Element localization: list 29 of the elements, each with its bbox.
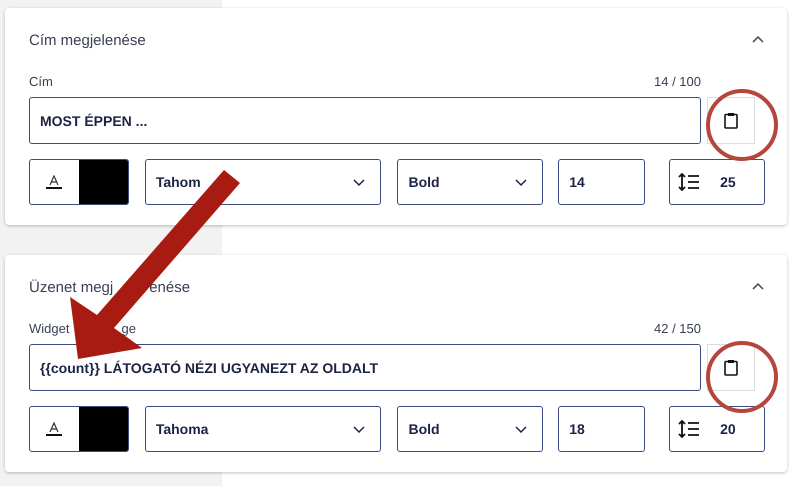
text-input[interactable]: {{count}} LÁTOGATÓ NÉZI UGYANEZT AZ OLDALT (29, 344, 701, 391)
highlight-circle (706, 341, 778, 413)
section-title: Üzenet megj (29, 278, 114, 296)
character-counter: 42 / 150 (654, 321, 701, 336)
color-picker[interactable] (29, 159, 129, 205)
field-label: Widget (29, 321, 70, 336)
field-label: ge (121, 321, 136, 336)
field-label: Cím (29, 74, 53, 89)
font-size-input[interactable]: 14 (558, 159, 646, 205)
text-input[interactable]: MOST ÉPPEN ... (29, 97, 701, 144)
font-select[interactable]: Tahom (144, 159, 382, 205)
line-height-icon (678, 420, 700, 438)
clipboard-icon (724, 112, 738, 129)
line-height-icon (678, 173, 700, 191)
line-height-input[interactable]: 25 (669, 159, 765, 205)
font-select[interactable]: Tahoma (144, 406, 382, 452)
paste-button[interactable] (707, 97, 755, 144)
font-size-input[interactable]: 18 (558, 406, 646, 452)
text-color-icon (45, 175, 64, 189)
weight-select[interactable]: Bold (397, 159, 544, 205)
clipboard-icon (724, 359, 738, 376)
line-height-input[interactable]: 20 (669, 406, 765, 452)
text-color-icon (45, 422, 64, 436)
highlight-circle (706, 89, 778, 161)
section-title: Cím megjelenése (29, 32, 146, 48)
character-counter: 14 / 100 (654, 74, 701, 89)
color-picker[interactable] (29, 406, 129, 452)
weight-select[interactable]: Bold (397, 406, 544, 452)
section-title: enése (149, 278, 190, 296)
